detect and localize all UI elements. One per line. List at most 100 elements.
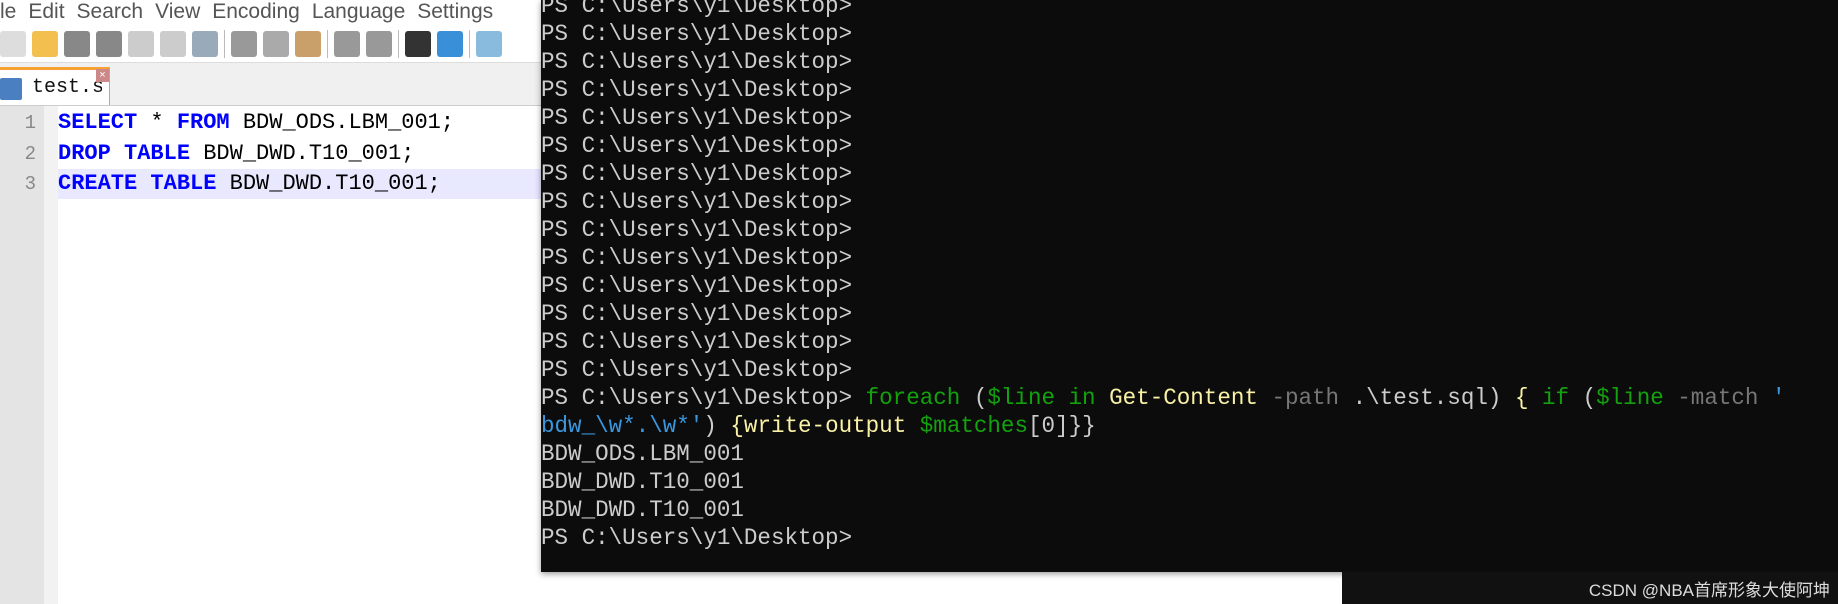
- command-token: .\test.sql): [1339, 385, 1502, 411]
- terminal-line: PS C:\Users\y1\Desktop>: [541, 328, 852, 356]
- menu-bar: le Edit Search View Encoding Language Settings: [0, 0, 545, 26]
- terminal-line: BDW_DWD.T10_001: [541, 468, 744, 496]
- code-line: DROP TABLE BDW_DWD.T10_001;: [58, 139, 548, 169]
- toolbar-separator: [327, 30, 328, 58]
- toolbar-separator: [398, 30, 399, 58]
- terminal-line: PS C:\Users\y1\Desktop>: [541, 188, 852, 216]
- command-token: $line: [1596, 385, 1664, 411]
- code-line: CREATE TABLE BDW_DWD.T10_001;: [58, 169, 548, 199]
- menu-search[interactable]: Search: [70, 1, 156, 23]
- menu-view[interactable]: View: [148, 1, 212, 23]
- terminal-line: PS C:\Users\y1\Desktop>: [541, 272, 852, 300]
- command-token: foreach: [852, 385, 961, 411]
- terminal-line: PS C:\Users\y1\Desktop>: [541, 244, 852, 272]
- command-token: (: [960, 385, 988, 411]
- command-token: -path: [1257, 385, 1340, 411]
- replace-icon[interactable]: [437, 31, 463, 57]
- menu-settings[interactable]: Settings: [410, 1, 505, 23]
- prompt: PS C:\Users\y1\Desktop>: [541, 245, 853, 271]
- command-token: ': [1758, 385, 1786, 411]
- save-all-icon[interactable]: [96, 31, 122, 57]
- sql-keyword: SELECT: [58, 110, 138, 135]
- close-icon[interactable]: [128, 31, 154, 57]
- find-icon[interactable]: [405, 31, 431, 57]
- command-token: bdw_\w*.\w*': [541, 413, 704, 439]
- terminal-line: PS C:\Users\y1\Desktop>: [541, 524, 852, 552]
- save-icon[interactable]: [64, 31, 90, 57]
- tab-label: test.sql: [32, 76, 102, 99]
- prompt: PS C:\Users\y1\Desktop>: [541, 385, 853, 411]
- prompt: PS C:\Users\y1\Desktop>: [541, 0, 853, 19]
- prompt: PS C:\Users\y1\Desktop>: [541, 217, 853, 243]
- prompt: PS C:\Users\y1\Desktop>: [541, 357, 853, 383]
- paste-icon[interactable]: [295, 31, 321, 57]
- terminal-line: PS C:\Users\y1\Desktop>: [541, 76, 852, 104]
- sql-keyword: FROM: [176, 110, 230, 135]
- toolbar-separator: [224, 30, 225, 58]
- prompt: PS C:\Users\y1\Desktop>: [541, 329, 853, 355]
- zoom-in-icon[interactable]: [476, 31, 502, 57]
- tab-test-sql[interactable]: test.sql ×: [0, 67, 110, 105]
- prompt: PS C:\Users\y1\Desktop>: [541, 49, 853, 75]
- terminal-line: PS C:\Users\y1\Desktop>: [541, 0, 852, 20]
- toolbar-separator: [469, 30, 470, 58]
- terminal-line: BDW_DWD.T10_001: [541, 496, 744, 524]
- close-all-icon[interactable]: [160, 31, 186, 57]
- command-token: (: [1569, 385, 1597, 411]
- command-token: [0]: [1027, 413, 1069, 439]
- prompt: PS C:\Users\y1\Desktop>: [541, 189, 853, 215]
- menu-edit[interactable]: Edit: [21, 1, 76, 23]
- cut-icon[interactable]: [231, 31, 257, 57]
- output-line: BDW_DWD.T10_001: [541, 497, 744, 523]
- terminal-line: PS C:\Users\y1\Desktop>: [541, 132, 852, 160]
- sql-keyword: TABLE: [124, 140, 191, 166]
- open-file-icon[interactable]: [32, 31, 58, 57]
- prompt: PS C:\Users\y1\Desktop>: [541, 161, 853, 187]
- terminal-line: PS C:\Users\y1\Desktop>: [541, 356, 852, 384]
- toolbar: [0, 26, 545, 63]
- sql-keyword: CREATE: [58, 171, 138, 196]
- prompt: PS C:\Users\y1\Desktop>: [541, 133, 853, 159]
- terminal-line: PS C:\Users\y1\Desktop>: [541, 300, 852, 328]
- command-token: }}: [1068, 413, 1096, 439]
- terminal-line: PS C:\Users\y1\Desktop>: [541, 160, 852, 188]
- redo-icon[interactable]: [366, 31, 392, 57]
- command-token: -match: [1663, 385, 1759, 411]
- command-token: $matches: [906, 413, 1028, 439]
- terminal-line: BDW_ODS.LBM_001: [541, 440, 744, 468]
- command-token: ): [703, 413, 731, 439]
- prompt: PS C:\Users\y1\Desktop>: [541, 273, 853, 299]
- tab-bar: test.sql ×: [0, 63, 545, 106]
- prompt: PS C:\Users\y1\Desktop>: [541, 301, 853, 327]
- menu-language[interactable]: Language: [305, 1, 417, 23]
- terminal-line: bdw_\w*.\w*') {write-output $matches[0]}…: [541, 412, 1096, 440]
- prompt: PS C:\Users\y1\Desktop>: [541, 525, 853, 551]
- sql-text: BDW_DWD.T10_001;: [216, 171, 441, 196]
- sql-text: *: [137, 110, 177, 135]
- new-file-icon[interactable]: [0, 31, 26, 57]
- line-number: 1: [24, 112, 36, 134]
- watermark: CSDN @NBA首席形象大使阿坤: [1588, 581, 1830, 600]
- terminal-line: PS C:\Users\y1\Desktop>: [541, 20, 852, 48]
- terminal-line: PS C:\Users\y1\Desktop>: [541, 216, 852, 244]
- close-icon[interactable]: ×: [96, 69, 109, 82]
- sql-keyword: DROP: [58, 140, 111, 166]
- command-token: $line in: [987, 385, 1096, 411]
- sql-text: BDW_ODS.LBM_001;: [229, 110, 455, 135]
- undo-icon[interactable]: [334, 31, 360, 57]
- terminal-line: PS C:\Users\y1\Desktop>: [541, 104, 852, 132]
- prompt: PS C:\Users\y1\Desktop>: [541, 105, 853, 131]
- sql-keyword: TABLE: [150, 171, 217, 196]
- code-line: SELECT * FROM BDW_ODS.LBM_001;: [58, 108, 548, 138]
- powershell-terminal[interactable]: PS C:\Users\y1\Desktop> PS C:\Users\y1\De…: [541, 0, 1838, 572]
- sql-text: BDW_DWD.T10_001;: [190, 140, 415, 166]
- command-token: {: [730, 413, 744, 439]
- copy-icon[interactable]: [263, 31, 289, 57]
- terminal-line: PS C:\Users\y1\Desktop> foreach ($line i…: [541, 384, 1786, 412]
- print-icon[interactable]: [192, 31, 218, 57]
- fold-margin: [44, 106, 58, 604]
- menu-encoding[interactable]: Encoding: [205, 1, 312, 23]
- command-token: Get-Content: [1095, 385, 1258, 411]
